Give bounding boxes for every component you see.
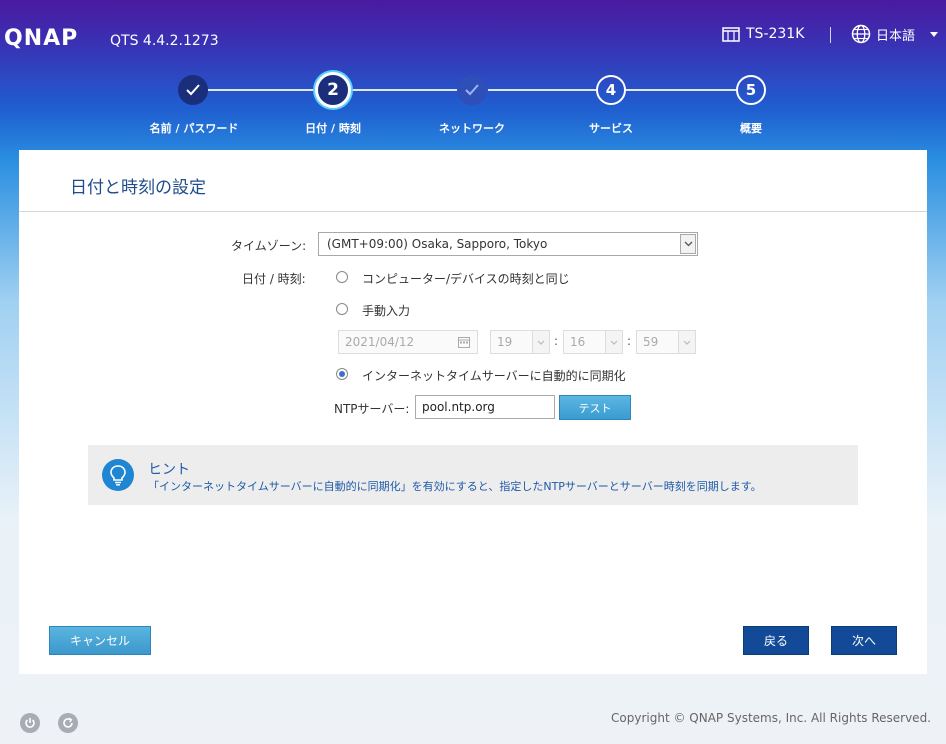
- step-connector: [208, 89, 318, 91]
- hint-text: 「インターネットタイムサーバーに自動的に同期化」を有効にすると、指定したNTPサ…: [148, 480, 762, 493]
- ntp-server-label: NTPサーバー:: [334, 402, 410, 416]
- copyright-text: Copyright © QNAP Systems, Inc. All Right…: [611, 711, 931, 725]
- timezone-label: タイムゾーン:: [231, 239, 307, 253]
- language-label: 日本語: [876, 28, 916, 44]
- model-info: TS-231K: [722, 26, 804, 42]
- chevron-down-icon: [532, 331, 549, 353]
- step-3-check-icon: [457, 75, 487, 105]
- minute-value: 16: [570, 335, 586, 349]
- qnap-logo: QNAP: [4, 26, 78, 49]
- date-input[interactable]: 2021/04/12: [338, 330, 478, 354]
- model-name: TS-231K: [746, 26, 805, 42]
- page-title: 日付と時刻の設定: [70, 178, 206, 198]
- settings-panel: 日付と時刻の設定 タイムゾーン: (GMT+09:00) Osaka, Sapp…: [19, 150, 927, 674]
- radio-ntp-sync[interactable]: [336, 368, 348, 380]
- time-separator: :: [627, 334, 632, 348]
- hint-title: ヒント: [148, 462, 190, 478]
- step-label-4: サービス: [589, 122, 633, 135]
- cancel-button[interactable]: キャンセル: [49, 626, 151, 655]
- test-button[interactable]: テスト: [559, 395, 631, 420]
- header-divider: [830, 27, 831, 43]
- power-icon[interactable]: [20, 713, 40, 733]
- timezone-select[interactable]: (GMT+09:00) Osaka, Sapporo, Tokyo: [318, 232, 698, 256]
- svg-text:QNAP: QNAP: [4, 26, 78, 49]
- chevron-down-icon: [605, 331, 622, 353]
- nas-device-icon: [722, 27, 740, 42]
- timezone-value: (GMT+09:00) Osaka, Sapporo, Tokyo: [327, 237, 548, 251]
- chevron-down-icon: [930, 31, 939, 37]
- step-1-check-icon: [178, 75, 208, 105]
- radio-manual[interactable]: [336, 303, 348, 315]
- restart-icon[interactable]: [58, 713, 78, 733]
- lightbulb-icon: [102, 459, 134, 491]
- next-button[interactable]: 次へ: [831, 626, 897, 655]
- globe-icon: [851, 24, 871, 44]
- datetime-label: 日付 / 時刻:: [242, 272, 306, 286]
- step-label-3: ネットワーク: [439, 122, 505, 135]
- step-connector: [488, 89, 596, 91]
- chevron-down-icon: [678, 331, 695, 353]
- step-label-1: 名前 / パスワード: [149, 122, 239, 135]
- version-label: QTS 4.4.2.1273: [110, 33, 219, 49]
- step-5-indicator: 5: [736, 75, 766, 105]
- chevron-down-icon: [680, 234, 696, 254]
- time-separator: :: [554, 334, 559, 348]
- step-connector: [350, 89, 458, 91]
- title-divider: [19, 211, 927, 212]
- language-selector[interactable]: 日本語: [851, 24, 939, 44]
- hint-box: ヒント 「インターネットタイムサーバーに自動的に同期化」を有効にすると、指定した…: [88, 445, 858, 505]
- radio-ntp-sync-label: インターネットタイムサーバーに自動的に同期化: [362, 369, 626, 383]
- radio-sync-computer[interactable]: [336, 271, 348, 283]
- step-label-2: 日付 / 時刻: [305, 122, 361, 135]
- hour-select[interactable]: 19: [490, 330, 550, 354]
- step-2-indicator: 2: [315, 72, 351, 108]
- second-value: 59: [643, 335, 659, 349]
- hour-value: 19: [497, 335, 513, 349]
- back-button[interactable]: 戻る: [743, 626, 809, 655]
- step-connector: [626, 89, 736, 91]
- radio-manual-label: 手動入力: [362, 304, 411, 318]
- radio-sync-computer-label: コンピューター/デバイスの時刻と同じ: [362, 272, 570, 286]
- date-value: 2021/04/12: [345, 335, 415, 349]
- step-label-5: 概要: [740, 122, 762, 135]
- ntp-server-input[interactable]: pool.ntp.org: [415, 395, 555, 419]
- second-select[interactable]: 59: [636, 330, 696, 354]
- calendar-icon: [458, 337, 470, 348]
- minute-select[interactable]: 16: [563, 330, 623, 354]
- step-4-indicator: 4: [596, 75, 626, 105]
